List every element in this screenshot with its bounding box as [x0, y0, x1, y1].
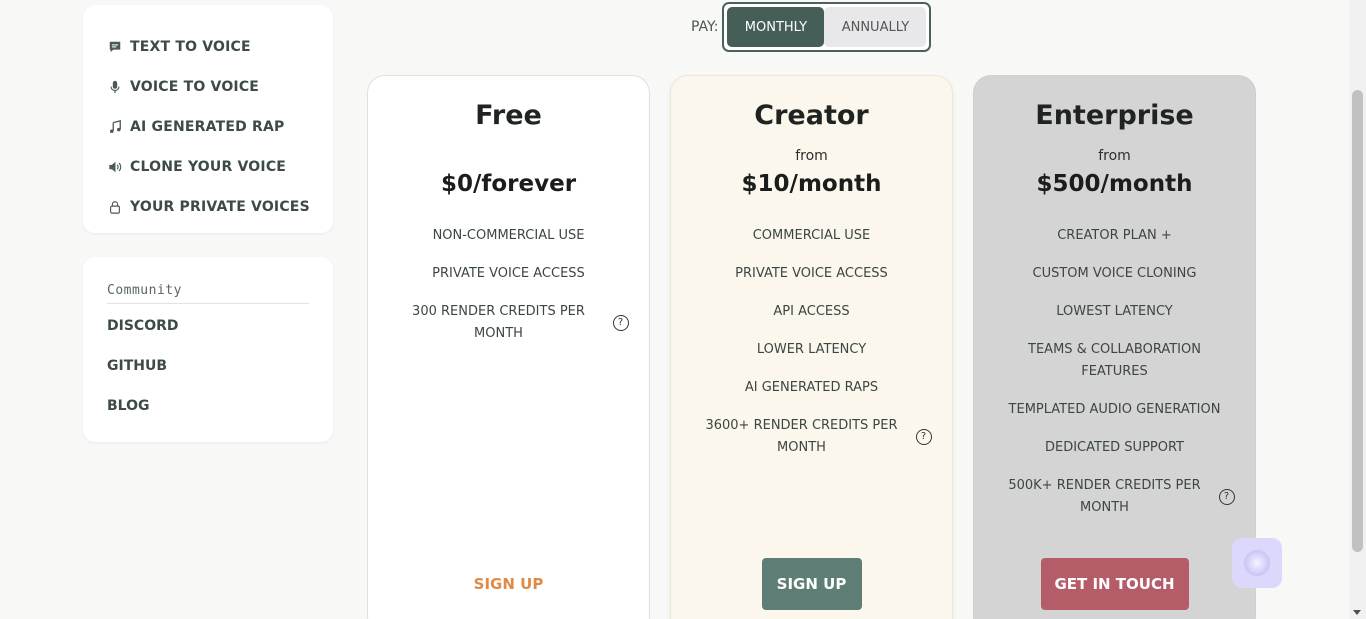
menu-item-your-private-voices[interactable]: YOUR PRIVATE VOICES — [83, 187, 333, 227]
chat-orb-icon — [1244, 550, 1270, 576]
speaker-icon — [107, 159, 123, 175]
price-prefix: from — [795, 148, 828, 164]
menu-item-clone-your-voice[interactable]: CLONE YOUR VOICE — [83, 147, 333, 187]
feature-menu: TEXT TO VOICE VOICE TO VOICE AI GENERATE… — [83, 5, 333, 233]
community-title: Community — [107, 283, 309, 304]
price-prefix: from — [1098, 148, 1131, 164]
help-icon[interactable]: ? — [1218, 489, 1235, 505]
scrollbar-thumb[interactable] — [1352, 90, 1363, 552]
feature-item: 300 RENDER CREDITS PER MONTH ? — [399, 301, 629, 345]
feature-item: DEDICATED SUPPORT — [1044, 440, 1185, 455]
feature-item: TEAMS & COLLABORATION FEATURES — [1028, 342, 1201, 379]
feature-item: LOWER LATENCY — [756, 342, 867, 357]
plan-card-creator: Creator from $10/month COMMERCIAL USE PR… — [670, 75, 953, 619]
lock-icon — [107, 199, 123, 215]
menu-item-text-to-voice[interactable]: TEXT TO VOICE — [83, 27, 333, 67]
toggle-group: MONTHLY ANNUALLY — [722, 2, 932, 52]
community-card: Community DISCORD GITHUB BLOG — [83, 257, 333, 442]
menu-item-label: TEXT TO VOICE — [130, 39, 251, 55]
blog-link[interactable]: BLOG — [107, 386, 309, 426]
feature-list: COMMERCIAL USE PRIVATE VOICE ACCESS API … — [671, 225, 952, 475]
plan-price: $0/forever — [440, 171, 577, 197]
feature-item: AI GENERATED RAPS — [744, 380, 879, 395]
feature-item: CUSTOM VOICE CLONING — [1032, 266, 1197, 281]
plan-name: Free — [475, 100, 542, 131]
plan-card-free: Free $0/forever NON-COMMERCIAL USE PRIVA… — [367, 75, 650, 619]
feature-item: API ACCESS — [773, 304, 850, 319]
discord-link[interactable]: DISCORD — [107, 306, 309, 346]
plan-name: Creator — [754, 100, 869, 131]
pay-label: PAY: — [691, 19, 719, 35]
chat-widget-button[interactable] — [1232, 538, 1282, 588]
scroll-down-arrow-icon[interactable] — [1353, 610, 1361, 615]
menu-item-label: CLONE YOUR VOICE — [130, 159, 287, 175]
feature-item: PRIVATE VOICE ACCESS — [432, 266, 585, 281]
feature-list: CREATOR PLAN + CUSTOM VOICE CLONING LOWE… — [974, 225, 1255, 535]
help-icon[interactable]: ? — [915, 429, 932, 445]
chat-bubble-icon — [107, 39, 123, 55]
feature-item: 3600+ RENDER CREDITS PER MONTH ? — [702, 415, 932, 459]
feature-list: NON-COMMERCIAL USE PRIVATE VOICE ACCESS … — [368, 225, 649, 361]
billing-period-toggle: PAY: MONTHLY ANNUALLY — [691, 2, 932, 52]
feature-item: PRIVATE VOICE ACCESS — [735, 266, 888, 281]
plan-price: $10/month — [741, 171, 882, 197]
music-note-icon — [107, 119, 123, 135]
creator-sign-up-button[interactable]: SIGN UP — [761, 558, 862, 610]
plan-name: Enterprise — [1035, 100, 1194, 131]
feature-item: LOWEST LATENCY — [1056, 304, 1173, 319]
menu-item-voice-to-voice[interactable]: VOICE TO VOICE — [83, 67, 333, 107]
plan-price: $500/month — [1036, 171, 1193, 197]
plan-card-enterprise: Enterprise from $500/month CREATOR PLAN … — [973, 75, 1256, 619]
menu-item-label: AI GENERATED RAP — [130, 119, 285, 135]
microphone-icon — [107, 79, 123, 95]
feature-item: NON-COMMERCIAL USE — [432, 228, 585, 243]
scrollbar[interactable] — [1349, 0, 1366, 619]
annually-option[interactable]: ANNUALLY — [824, 7, 927, 47]
menu-item-label: VOICE TO VOICE — [130, 79, 260, 95]
help-icon[interactable]: ? — [612, 315, 629, 331]
menu-item-label: YOUR PRIVATE VOICES — [130, 199, 310, 215]
feature-item: 500K+ RENDER CREDITS PER MONTH ? — [1005, 475, 1235, 519]
monthly-option[interactable]: MONTHLY — [727, 7, 825, 47]
github-link[interactable]: GITHUB — [107, 346, 309, 386]
menu-item-ai-generated-rap[interactable]: AI GENERATED RAP — [83, 107, 333, 147]
feature-item: COMMERCIAL USE — [752, 228, 871, 243]
get-in-touch-button[interactable]: GET IN TOUCH — [1040, 558, 1189, 610]
free-sign-up-button[interactable]: SIGN UP — [449, 558, 569, 610]
feature-item: TEMPLATED AUDIO GENERATION — [1008, 402, 1221, 417]
feature-item: CREATOR PLAN + — [1057, 228, 1172, 243]
